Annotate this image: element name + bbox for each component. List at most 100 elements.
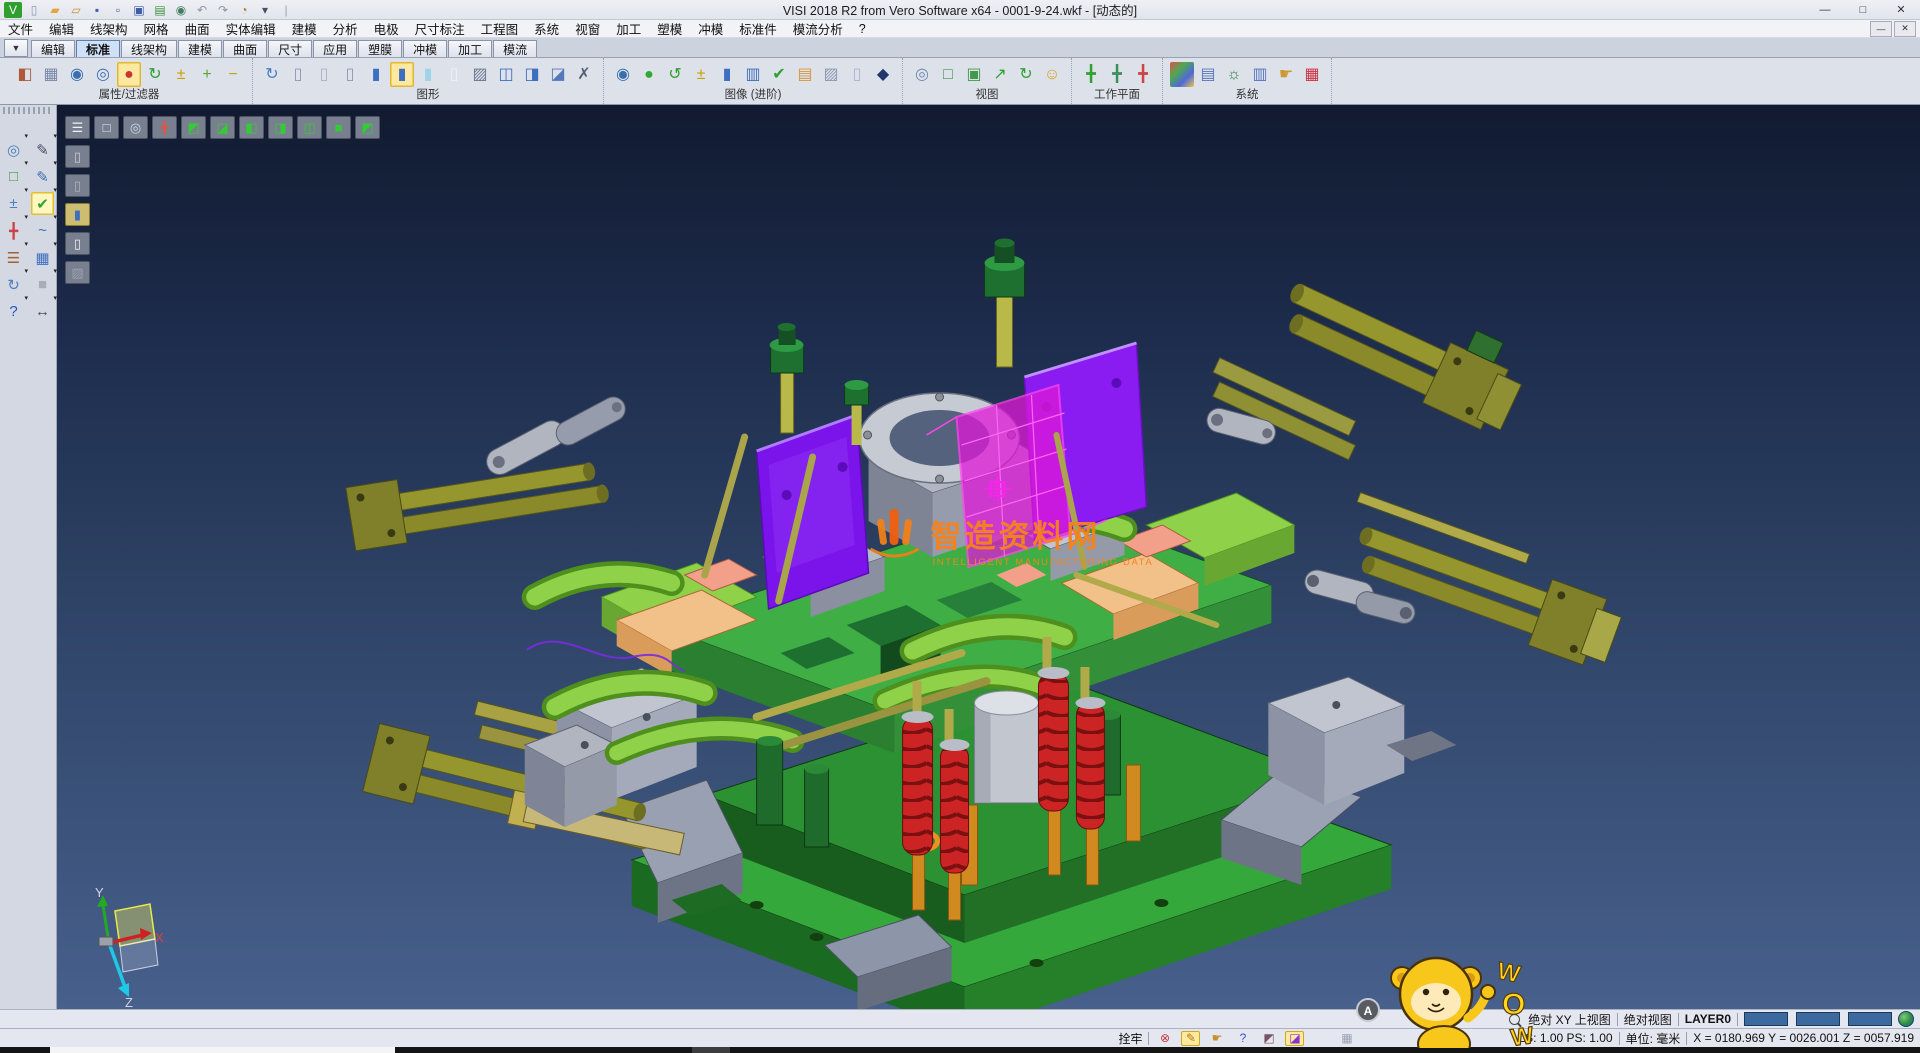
vp-fit-icon[interactable]: □ (94, 116, 119, 139)
view-cube-front-icon[interactable]: ■ (326, 116, 351, 139)
adv-toggle-icon[interactable]: ± (689, 62, 713, 87)
viewport-menu-icon[interactable]: ☰ (65, 116, 90, 139)
context-help-icon[interactable]: ? (1233, 1031, 1252, 1046)
menu-item[interactable]: 系统 (526, 19, 567, 38)
menu-item[interactable]: 加工 (608, 19, 649, 38)
tab[interactable]: 应用 (313, 40, 357, 57)
workplane-set-icon[interactable]: ╋ (1079, 62, 1103, 87)
dynamic-cube-icon[interactable]: ◪ (1285, 1031, 1304, 1046)
lock-label[interactable]: 拴牢 (1118, 1030, 1142, 1047)
help-icon[interactable]: ? (2, 300, 25, 323)
hide-remove-icon[interactable]: ◎ (91, 62, 115, 87)
menu-item[interactable]: 模流分析 (785, 19, 851, 38)
vp-zoom-fly-icon[interactable]: ◎ (123, 116, 148, 139)
regen-graphics-icon[interactable]: ↻ (260, 62, 284, 87)
layers-icon[interactable]: ☰ (2, 246, 25, 269)
mesh-red-icon[interactable]: ▦ (1300, 62, 1324, 87)
solid-cube-icon[interactable]: ■ (31, 273, 54, 296)
tab[interactable]: 编辑 (31, 40, 75, 57)
window-options-icon[interactable]: ▤ (1196, 62, 1220, 87)
hide-all-icon[interactable]: − (221, 62, 245, 87)
render-smile-icon[interactable]: ☺ (1040, 62, 1064, 87)
insert-model-icon[interactable]: ▱ (67, 2, 85, 18)
menu-item[interactable]: 工程图 (473, 19, 527, 38)
shade-hidden-icon[interactable]: ▯ (65, 174, 90, 197)
fit-view-icon[interactable]: □ (2, 165, 25, 188)
undo-icon[interactable]: ↶ (193, 2, 211, 18)
hidden-dashed-icon[interactable]: ▯ (338, 62, 362, 87)
active-layer-label[interactable]: LAYER0 (1685, 1012, 1731, 1026)
open-folder-icon[interactable]: ▰ (46, 2, 64, 18)
session-icon[interactable]: ◔ (235, 2, 253, 18)
child-minimize-button[interactable]: — (1870, 21, 1892, 37)
multiview-icon[interactable]: ▦ (1337, 1031, 1356, 1046)
vp-triad-icon[interactable]: ╋ (152, 116, 177, 139)
viewport-canvas[interactable]: 智造资料网 INTELLIGENT MANUFACTURING DATA Y X… (57, 105, 1920, 1009)
adv-striped-icon[interactable]: ▥ (741, 62, 765, 87)
shade-flat-icon[interactable]: ▯ (65, 232, 90, 255)
pick-wand-icon[interactable]: ✎ (1181, 1031, 1200, 1046)
menu-item[interactable]: 文件 (0, 19, 41, 38)
layer-swatch[interactable] (1796, 1012, 1840, 1026)
pan-view-icon[interactable]: ↗ (988, 62, 1012, 87)
menu-item[interactable]: 尺寸标注 (407, 19, 473, 38)
hidden-line-icon[interactable]: ▯ (312, 62, 336, 87)
tab[interactable]: 建模 (178, 40, 222, 57)
shade-hatch-icon[interactable]: ▨ (65, 261, 90, 284)
toolbar-drag-handle[interactable] (3, 107, 53, 114)
tab[interactable]: 加工 (448, 40, 492, 57)
viewport[interactable]: ☰□◎╋◩◪◧◨◫■◩ ▯▯▮▯▨ (57, 105, 1920, 1009)
layer-swatch[interactable] (1848, 1012, 1892, 1026)
tab[interactable]: 模流 (493, 40, 537, 57)
adv-show-icon[interactable]: ◉ (611, 62, 635, 87)
menu-item[interactable]: 分析 (325, 19, 366, 38)
confirm-icon[interactable]: ✔ (31, 192, 54, 215)
menu-item[interactable]: 冲模 (690, 19, 731, 38)
save-icon[interactable]: ▪ (88, 2, 106, 18)
adv-ghost-icon[interactable]: ▯ (845, 62, 869, 87)
tab[interactable]: 塑膜 (358, 40, 402, 57)
snap-cube-icon[interactable]: ◩ (1259, 1031, 1278, 1046)
zoom-dynamic-icon[interactable]: ◎ (910, 62, 934, 87)
tab[interactable]: 尺寸 (268, 40, 312, 57)
menu-item[interactable]: 电极 (366, 19, 407, 38)
menu-item[interactable]: 线架构 (82, 19, 136, 38)
view-cube-iso-icon[interactable]: ◩ (181, 116, 206, 139)
menu-item[interactable]: 编辑 (41, 19, 82, 38)
print-icon[interactable]: ▤ (151, 2, 169, 18)
refresh-filter-icon[interactable]: ↻ (143, 62, 167, 87)
sketch-curve-icon[interactable]: ✎ (31, 165, 54, 188)
pair-shade-icon[interactable]: ◫ (494, 62, 518, 87)
layer-swatch[interactable] (1744, 1012, 1788, 1026)
select-config-icon[interactable]: ☛ (1274, 62, 1298, 87)
menu-item[interactable]: 视窗 (567, 19, 608, 38)
close-button[interactable]: ✕ (1882, 0, 1920, 19)
maximize-button[interactable]: □ (1844, 0, 1882, 19)
workplane-edit-icon[interactable]: ╋ (1105, 62, 1129, 87)
window-ruler-icon[interactable]: ▥ (1248, 62, 1272, 87)
child-close-button[interactable]: ✕ (1894, 21, 1916, 37)
save-as-icon[interactable]: ▫ (109, 2, 127, 18)
flat-white-icon[interactable]: ▯ (442, 62, 466, 87)
grab-hand-icon[interactable]: ☛ (1207, 1031, 1226, 1046)
orbit-icon[interactable]: ╋ (2, 219, 25, 242)
zoom-1to1-icon[interactable]: ▣ (962, 62, 986, 87)
shaded-edges-icon[interactable]: ▮ (390, 62, 414, 87)
view-cube-left-icon[interactable]: ◨ (268, 116, 293, 139)
qa-separator[interactable]: | (277, 2, 295, 18)
menu-item[interactable]: 网格 (136, 19, 177, 38)
show-add-icon[interactable]: ◉ (65, 62, 89, 87)
adv-hatch-icon[interactable]: ▨ (819, 62, 843, 87)
new-file-icon[interactable]: ▯ (25, 2, 43, 18)
attribute-paint-icon[interactable]: ◧ (13, 62, 37, 87)
zoom-select-icon[interactable]: ◎ (2, 138, 25, 161)
zoom-inout-icon[interactable]: ± (2, 192, 25, 215)
absolute-view-label[interactable]: 绝对视图 (1624, 1011, 1672, 1028)
show-all-icon[interactable]: + (195, 62, 219, 87)
qa-more-icon[interactable]: ▾ (256, 2, 274, 18)
menu-item[interactable]: ? (851, 22, 874, 36)
tab[interactable]: 曲面 (223, 40, 267, 57)
adv-sheet-icon[interactable]: ▤ (793, 62, 817, 87)
save-all-icon[interactable]: ▣ (130, 2, 148, 18)
workplane-new-icon[interactable]: ╋ (1131, 62, 1155, 87)
